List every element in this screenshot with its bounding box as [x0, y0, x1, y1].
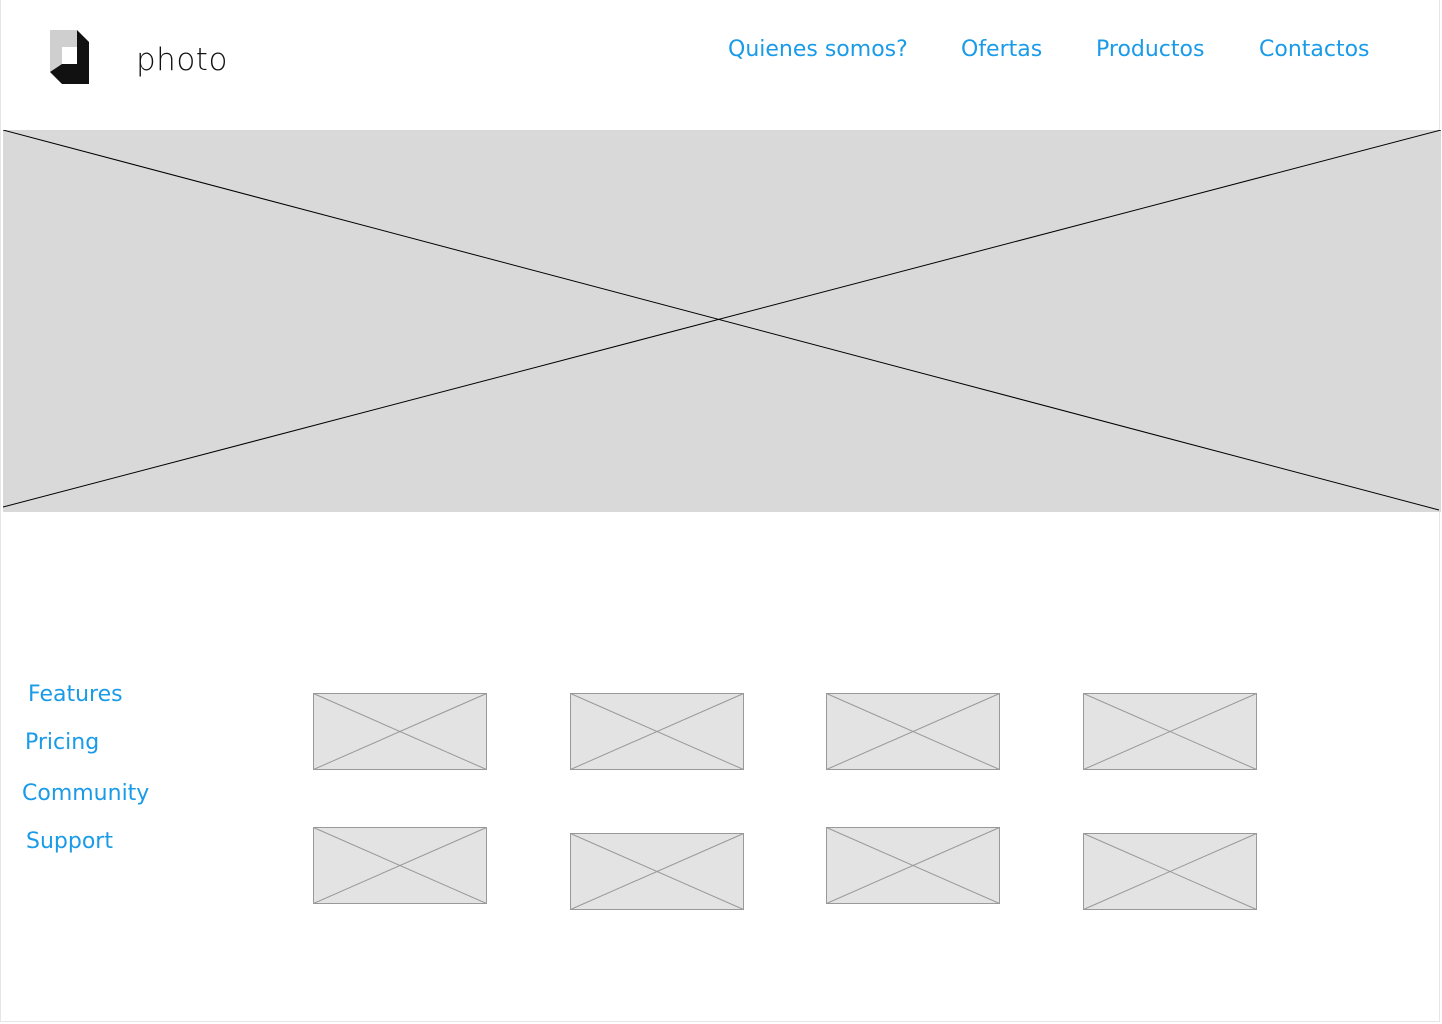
thumbnail-image-placeholder[interactable] — [313, 693, 487, 770]
photo-logo-icon[interactable] — [50, 30, 90, 84]
nav-link-quienes-somos[interactable]: Quienes somos? — [728, 34, 908, 66]
thumbnail-image-placeholder[interactable] — [570, 833, 744, 910]
sidebar-link-pricing[interactable]: Pricing — [25, 727, 99, 759]
sidebar-link-community[interactable]: Community — [22, 778, 149, 810]
hero-image-placeholder — [3, 130, 1441, 512]
sidebar-link-features[interactable]: Features — [28, 679, 123, 711]
sidebar-link-support[interactable]: Support — [26, 826, 113, 858]
nav-link-ofertas[interactable]: Ofertas — [961, 34, 1042, 66]
thumbnail-image-placeholder[interactable] — [1083, 693, 1257, 770]
thumbnail-image-placeholder[interactable] — [313, 827, 487, 904]
nav-link-contactos[interactable]: Contactos — [1259, 34, 1370, 66]
thumbnail-image-placeholder[interactable] — [826, 693, 1000, 770]
nav-link-productos[interactable]: Productos — [1096, 34, 1204, 66]
thumbnail-image-placeholder[interactable] — [1083, 833, 1257, 910]
thumbnail-image-placeholder[interactable] — [826, 827, 1000, 904]
thumbnail-image-placeholder[interactable] — [570, 693, 744, 770]
brand-name: photo — [136, 42, 228, 78]
